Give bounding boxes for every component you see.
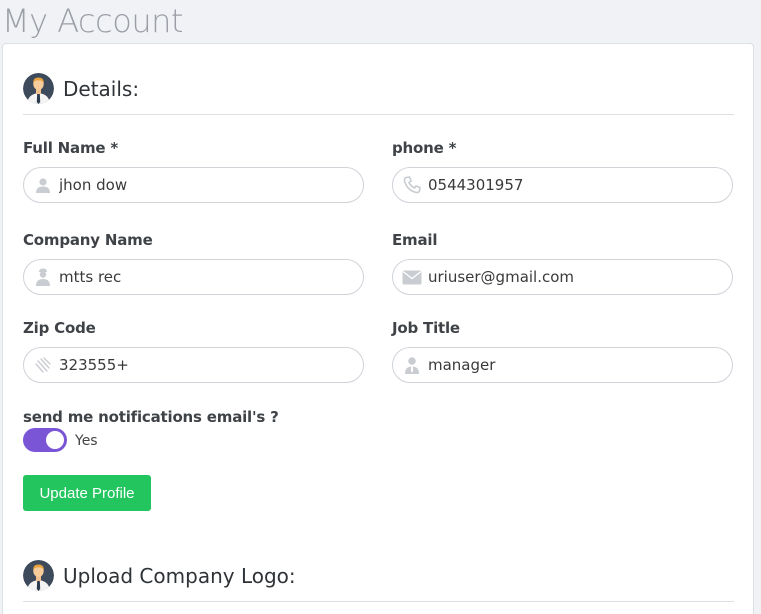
zip-code-label: Zip Code — [23, 319, 96, 337]
upload-section-header: Upload Company Logo: — [23, 560, 296, 591]
company-name-label: Company Name — [23, 231, 153, 249]
user-tie-icon — [402, 355, 422, 375]
email-label: Email — [392, 231, 438, 249]
zip-code-field-group: Zip Code — [23, 319, 364, 383]
account-card: Details: Full Name * phone * Company Nam… — [2, 43, 754, 614]
phone-input-wrap — [392, 167, 733, 203]
envelope-icon — [402, 267, 422, 287]
details-section-title: Details: — [63, 76, 140, 101]
zip-code-input[interactable] — [59, 348, 354, 382]
zip-code-input-wrap — [23, 347, 364, 383]
details-section-header: Details: — [23, 73, 139, 104]
job-title-input[interactable] — [428, 348, 723, 382]
full-name-input-wrap — [23, 167, 364, 203]
company-name-field-group: Company Name — [23, 231, 364, 295]
avatar-icon — [23, 560, 54, 591]
upload-divider — [23, 601, 734, 602]
toggle-knob — [46, 431, 64, 449]
full-name-field-group: Full Name * — [23, 139, 364, 203]
phone-input[interactable] — [428, 168, 723, 202]
email-input[interactable] — [428, 260, 723, 294]
building-user-icon — [33, 267, 53, 287]
phone-field-group: phone * — [392, 139, 733, 203]
page-title: My Account — [2, 2, 183, 40]
phone-icon — [402, 175, 422, 195]
email-input-wrap — [392, 259, 733, 295]
avatar-icon — [23, 73, 54, 104]
notifications-label: send me notifications email's ? — [23, 408, 279, 426]
user-icon — [33, 175, 53, 195]
signature-icon — [33, 355, 53, 375]
details-divider — [23, 114, 734, 115]
notifications-toggle[interactable] — [23, 428, 67, 452]
full-name-label: Full Name * — [23, 139, 119, 157]
job-title-input-wrap — [392, 347, 733, 383]
upload-section-title: Upload Company Logo: — [63, 563, 296, 588]
phone-label: phone * — [392, 139, 457, 157]
full-name-input[interactable] — [59, 168, 354, 202]
company-name-input-wrap — [23, 259, 364, 295]
update-profile-button[interactable]: Update Profile — [23, 475, 151, 511]
notifications-toggle-text: Yes — [75, 433, 98, 449]
email-field-group: Email — [392, 231, 733, 295]
job-title-label: Job Title — [392, 319, 460, 337]
job-title-field-group: Job Title — [392, 319, 733, 383]
company-name-input[interactable] — [59, 260, 354, 294]
